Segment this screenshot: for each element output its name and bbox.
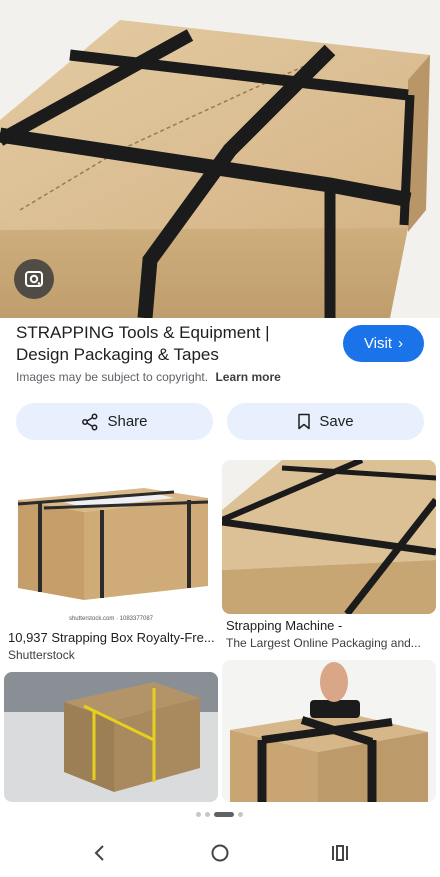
share-label: Share <box>107 413 148 430</box>
related-image-4[interactable] <box>222 660 436 802</box>
learn-more-link[interactable]: Learn more <box>215 370 280 384</box>
home-button[interactable] <box>200 838 240 868</box>
bookmark-icon <box>298 413 311 430</box>
home-icon <box>211 844 229 862</box>
watermark-text: shutterstock.com · 1083377087 <box>68 616 154 622</box>
box-with-strap-handle-photo <box>222 660 436 802</box>
save-button[interactable]: Save <box>227 403 424 440</box>
save-label: Save <box>319 413 354 430</box>
related-title-2[interactable]: Strapping Machine - <box>226 618 342 633</box>
related-image-3[interactable] <box>4 672 218 802</box>
page-dot <box>205 812 210 817</box>
recents-button[interactable] <box>320 838 360 868</box>
chevron-right-icon: › <box>398 335 404 352</box>
share-icon <box>82 413 98 430</box>
related-source-1: Shutterstock <box>8 648 75 662</box>
page-dot <box>238 812 243 817</box>
lens-search-button[interactable] <box>14 259 54 299</box>
visit-label: Visit <box>363 335 393 352</box>
result-title[interactable]: STRAPPING Tools & Equipment | Design Pac… <box>16 322 326 366</box>
lens-icon <box>25 271 43 287</box>
recents-icon <box>332 845 348 861</box>
related-title-1[interactable]: 10,937 Strapping Box Royalty-Fre... <box>8 630 215 645</box>
strapped-box-photo <box>4 460 218 626</box>
copyright-text: Images may be subject to copyright. <box>16 370 209 384</box>
page-dot <box>196 812 201 817</box>
copyright-note: Images may be subject to copyright. Lear… <box>16 370 281 384</box>
strapped-box-illustration <box>0 0 440 318</box>
back-button[interactable] <box>80 838 120 868</box>
yellow-strapped-boxes-photo <box>4 672 218 802</box>
page-dot-active <box>214 812 234 817</box>
related-image-1[interactable]: shutterstock.com · 1083377087 <box>4 460 218 626</box>
share-button[interactable]: Share <box>16 403 213 440</box>
main-image[interactable] <box>0 0 440 318</box>
related-image-2[interactable] <box>222 460 436 614</box>
page-indicator <box>196 812 243 817</box>
back-icon <box>94 845 104 861</box>
strapped-box-photo <box>222 460 436 614</box>
visit-button[interactable]: Visit › <box>343 325 424 362</box>
related-source-2: The Largest Online Packaging and... <box>226 636 421 650</box>
